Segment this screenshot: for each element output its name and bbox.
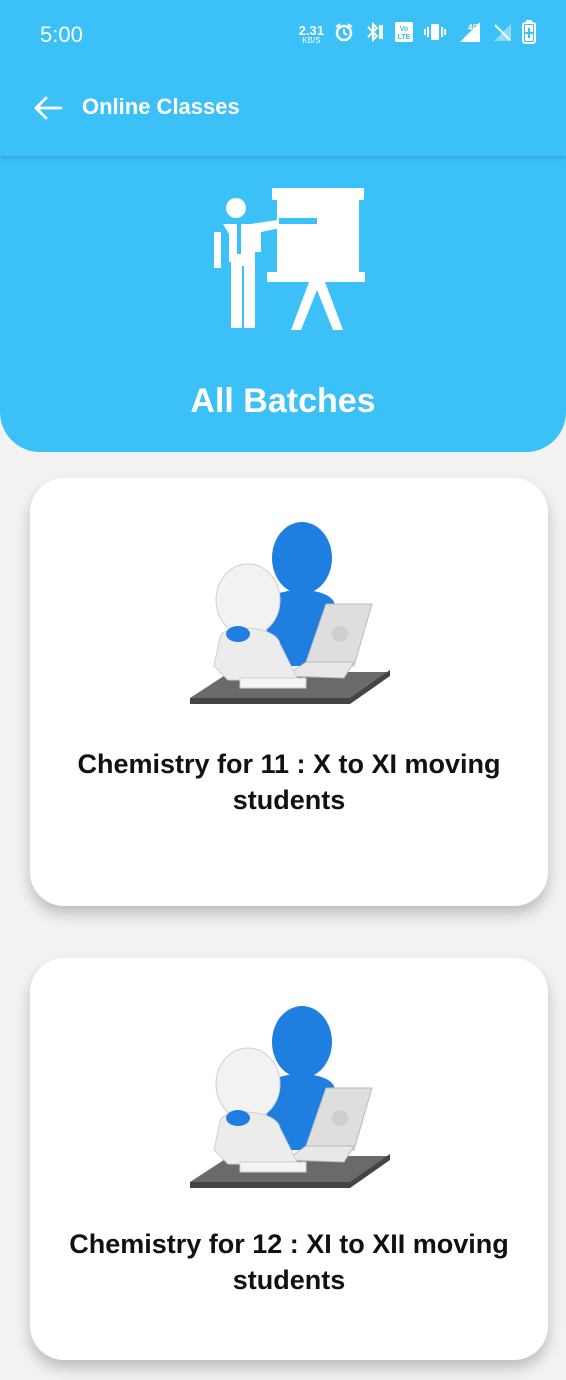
vibrate-icon bbox=[424, 22, 446, 47]
status-icons: 2.31 KB/S Vo LTE 4G bbox=[299, 20, 536, 49]
batch-title: Chemistry for 12 : XI to XII moving stud… bbox=[69, 1229, 509, 1295]
network-type: 4G bbox=[468, 23, 479, 32]
network-speed-unit: KB/S bbox=[302, 36, 321, 45]
back-arrow-icon bbox=[34, 96, 63, 120]
svg-text:Vo: Vo bbox=[400, 26, 408, 33]
batch-card[interactable]: Chemistry for 11 : X to XI moving studen… bbox=[30, 478, 548, 906]
students-laptop-illustration bbox=[190, 502, 390, 727]
batch-card[interactable]: Chemistry for 12 : XI to XII moving stud… bbox=[30, 958, 548, 1360]
app-bar-title: Online Classes bbox=[82, 94, 240, 119]
status-time: 5:00 bbox=[40, 22, 83, 47]
teacher-board-icon bbox=[205, 184, 369, 339]
svg-text:LTE: LTE bbox=[398, 34, 411, 41]
alarm-icon bbox=[334, 22, 354, 47]
battery-icon bbox=[522, 20, 536, 49]
volte-icon: Vo LTE bbox=[394, 21, 414, 48]
status-bar: 5:00 2.31 KB/S Vo LTE 4G bbox=[0, 0, 566, 60]
bluetooth-icon bbox=[364, 21, 384, 48]
students-laptop-illustration bbox=[190, 986, 390, 1211]
header-banner: All Batches bbox=[0, 156, 566, 452]
app-bar: Online Classes bbox=[0, 60, 566, 156]
back-button[interactable] bbox=[28, 90, 68, 126]
signal-icon: 4G bbox=[456, 21, 482, 48]
no-sim-icon bbox=[492, 22, 512, 47]
header-title: All Batches bbox=[190, 382, 376, 420]
screen: 5:00 2.31 KB/S Vo LTE 4G Online Classes … bbox=[0, 0, 566, 1380]
batch-title: Chemistry for 11 : X to XI moving studen… bbox=[77, 749, 501, 815]
network-speed: 2.31 KB/S bbox=[299, 24, 324, 45]
